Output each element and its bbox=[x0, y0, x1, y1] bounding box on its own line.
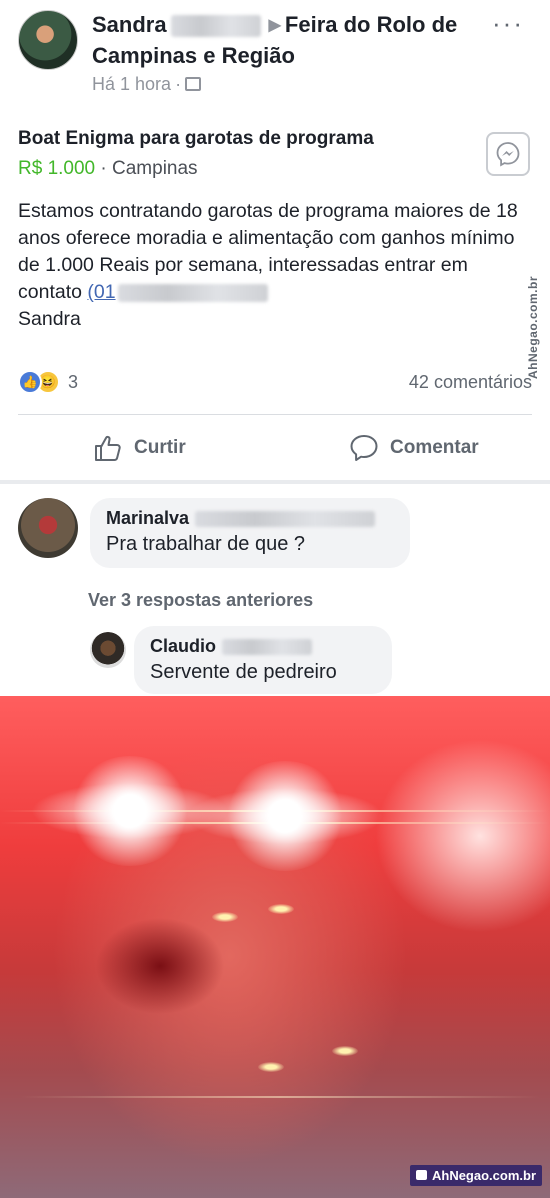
comments-section: Marinalva Pra trabalhar de que ? Ver 3 r… bbox=[0, 484, 550, 696]
comment-button[interactable]: Comentar bbox=[348, 432, 479, 464]
action-divider bbox=[18, 414, 532, 415]
comment-bubble-icon bbox=[350, 435, 378, 461]
author-name[interactable]: Sandra bbox=[92, 12, 167, 37]
post-header: Sandra ▶ Feira do Rolo de Campinas e Regiã… bbox=[92, 10, 492, 71]
group-privacy-icon bbox=[185, 77, 202, 91]
reply-bubble: Claudio Servente de pedreiro bbox=[134, 626, 392, 694]
redacted-phone bbox=[117, 283, 268, 302]
messenger-button[interactable] bbox=[486, 132, 530, 176]
phone-prefix: (01 bbox=[87, 281, 116, 303]
listing-description: Estamos contratando garotas de programa … bbox=[18, 198, 518, 333]
side-watermark: AhNegao.com.br bbox=[526, 276, 540, 380]
sparkle bbox=[258, 1062, 284, 1072]
reaction-count: 3 bbox=[68, 371, 79, 392]
reply-text: Servente de pedreiro bbox=[150, 661, 337, 683]
listing-price-line: R$ 1.000 · Campinas bbox=[18, 158, 198, 179]
reaction-summary[interactable]: 👍 😆 3 bbox=[18, 370, 78, 394]
marketplace-post: Sandra ▶ Feira do Rolo de Campinas e Regiã… bbox=[0, 0, 550, 480]
post-meta: Há 1 hora · bbox=[92, 74, 202, 95]
view-previous-replies-link[interactable]: Ver 3 respostas anteriores bbox=[88, 590, 313, 611]
like-label: Curtir bbox=[134, 437, 186, 458]
phone-link[interactable]: (01 bbox=[87, 281, 268, 303]
reply-name-line: Claudio bbox=[150, 636, 376, 657]
comment-count-link[interactable]: 42 comentários bbox=[409, 372, 532, 393]
glowing-eyes-meme-image: AhNegao.com.br bbox=[0, 696, 550, 1198]
corner-watermark: AhNegao.com.br bbox=[409, 1165, 542, 1186]
right-eye-glow bbox=[225, 761, 345, 871]
reply-avatar[interactable] bbox=[90, 632, 126, 668]
author-avatar[interactable] bbox=[18, 10, 78, 70]
description-signature: Sandra bbox=[18, 308, 81, 330]
commenter-name[interactable]: Marinalva bbox=[106, 508, 189, 528]
commenter-name-line: Marinalva bbox=[106, 508, 394, 529]
messenger-icon bbox=[496, 142, 520, 167]
listing-title: Boat Enigma para garotas de programa bbox=[18, 128, 374, 149]
sparkle bbox=[332, 1046, 358, 1056]
reply-author-name[interactable]: Claudio bbox=[150, 636, 216, 656]
thumbs-up-icon bbox=[95, 435, 121, 461]
comment-text: Pra trabalhar de que ? bbox=[106, 533, 306, 555]
commenter-avatar[interactable] bbox=[18, 498, 78, 558]
redacted-surname bbox=[222, 639, 312, 656]
comment-bubble: Marinalva Pra trabalhar de que ? bbox=[90, 498, 410, 568]
listing-location: Campinas bbox=[112, 158, 198, 179]
arrow-right-icon: ▶ bbox=[268, 17, 281, 34]
light-ray bbox=[20, 1096, 540, 1098]
comment-label: Comentar bbox=[390, 437, 479, 458]
like-button[interactable]: Curtir bbox=[92, 432, 186, 464]
like-reaction-icon: 👍 bbox=[18, 370, 42, 394]
more-options-icon[interactable]: ··· bbox=[492, 8, 524, 39]
post-time[interactable]: Há 1 hora bbox=[92, 74, 171, 94]
sparkle bbox=[212, 912, 238, 922]
listing-price: R$ 1.000 bbox=[18, 158, 96, 179]
redacted-surname bbox=[170, 15, 261, 38]
left-eye-glow bbox=[70, 756, 190, 866]
sparkle bbox=[268, 904, 294, 914]
redacted-surname bbox=[195, 511, 376, 528]
